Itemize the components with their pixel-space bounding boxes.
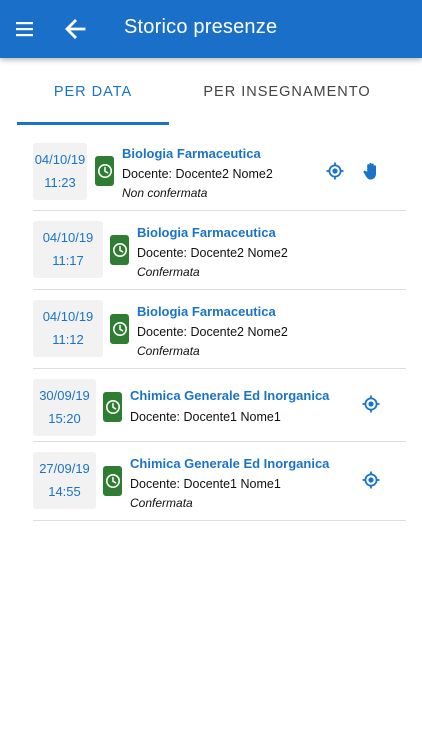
course-name[interactable]: Chimica Generale Ed Inorganica: [130, 388, 329, 403]
list-item[interactable]: 27/09/19 14:55 Chimica Generale Ed Inorg…: [33, 443, 406, 521]
clock-icon: [105, 400, 120, 414]
date-time-box: 04/10/19 11:12: [33, 300, 103, 357]
location-target-icon[interactable]: [361, 394, 381, 414]
teacher-name: Docente: Docente2 Nome2: [137, 246, 288, 260]
record-date: 04/10/19: [42, 309, 94, 324]
location-target-icon[interactable]: [361, 470, 381, 490]
record-date: 04/10/19: [42, 230, 94, 245]
teacher-name: Docente: Docente2 Nome2: [122, 167, 273, 181]
menu-icon[interactable]: [16, 19, 34, 39]
date-time-box: 30/09/19 15:20: [33, 379, 96, 436]
clock-icon: [112, 322, 127, 336]
teacher-name: Docente: Docente2 Nome2: [137, 325, 288, 339]
tab-bar: PER DATA PER INSEGNAMENTO: [0, 58, 422, 126]
hand-icon[interactable]: [361, 161, 381, 181]
list-item[interactable]: 30/09/19 15:20 Chimica Generale Ed Inorg…: [33, 370, 406, 442]
date-time-box: 04/10/19 11:23: [33, 143, 87, 200]
status-text: Confermata: [137, 265, 200, 279]
course-name[interactable]: Biologia Farmaceutica: [122, 146, 261, 161]
status-text: Confermata: [130, 496, 193, 510]
tab-per-data[interactable]: PER DATA: [17, 58, 169, 126]
list-item[interactable]: 04/10/19 11:12 Biologia Farmaceutica Doc…: [33, 291, 406, 369]
list-item[interactable]: 04/10/19 11:17 Biologia Farmaceutica Doc…: [33, 212, 406, 290]
clock-icon: [112, 243, 127, 257]
record-time: 15:20: [48, 411, 81, 426]
list-item[interactable]: 04/10/19 11:23 Biologia Farmaceutica Doc…: [33, 134, 406, 211]
active-tab-indicator: [17, 122, 169, 125]
record-date: 04/10/19: [34, 152, 86, 167]
date-time-box: 27/09/19 14:55: [33, 452, 96, 509]
course-name[interactable]: Chimica Generale Ed Inorganica: [130, 456, 329, 471]
course-name[interactable]: Biologia Farmaceutica: [137, 225, 276, 240]
app-bar: Storico presenze: [0, 0, 422, 58]
date-time-box: 04/10/19 11:17: [33, 221, 103, 278]
location-target-icon[interactable]: [325, 161, 345, 181]
clock-badge: [110, 314, 129, 344]
record-time: 11:17: [52, 253, 84, 268]
record-date: 27/09/19: [39, 461, 90, 476]
teacher-name: Docente: Docente1 Nome1: [130, 477, 281, 491]
clock-badge: [103, 392, 122, 422]
teacher-name: Docente: Docente1 Nome1: [130, 410, 281, 424]
status-text: Confermata: [137, 344, 200, 358]
record-time: 11:23: [44, 175, 76, 190]
clock-icon: [105, 474, 120, 488]
record-time: 14:55: [48, 484, 81, 499]
clock-badge: [110, 235, 129, 265]
record-date: 30/09/19: [39, 388, 90, 403]
tab-per-insegnamento[interactable]: PER INSEGNAMENTO: [185, 58, 389, 126]
course-name[interactable]: Biologia Farmaceutica: [137, 304, 276, 319]
page-title: Storico presenze: [124, 16, 278, 38]
clock-badge: [103, 466, 122, 496]
clock-icon: [97, 164, 112, 178]
status-text: Non confermata: [122, 186, 208, 200]
back-arrow-icon[interactable]: [64, 17, 86, 41]
record-time: 11:12: [52, 332, 84, 347]
clock-badge: [95, 156, 114, 186]
